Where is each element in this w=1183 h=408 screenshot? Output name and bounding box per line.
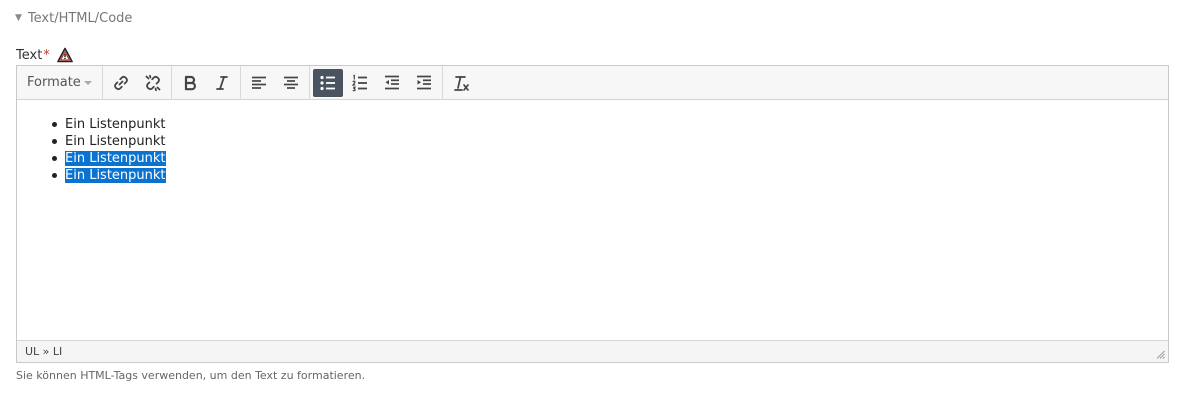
rich-text-editor: Formate Ein Listenpunkt Ein Listenpunkt … bbox=[16, 65, 1169, 363]
list-item[interactable]: Ein Listenpunkt bbox=[52, 133, 166, 150]
unlink-icon bbox=[145, 74, 161, 91]
list-item-text: Ein Listenpunkt bbox=[65, 117, 166, 132]
link-button[interactable] bbox=[106, 69, 136, 97]
list-item-text: Ein Listenpunkt bbox=[65, 168, 166, 183]
chevron-down-icon bbox=[84, 80, 92, 85]
bold-button[interactable] bbox=[175, 69, 205, 97]
help-text: Sie können HTML-Tags verwenden, um den T… bbox=[16, 369, 366, 382]
bullet-list: Ein Listenpunkt Ein Listenpunkt Ein List… bbox=[52, 116, 166, 184]
list-item[interactable]: Ein Listenpunkt bbox=[52, 116, 166, 133]
list-item-selected[interactable]: Ein Listenpunkt bbox=[52, 150, 166, 167]
numbered-list-button[interactable] bbox=[345, 69, 375, 97]
bullet-list-button[interactable] bbox=[313, 68, 343, 97]
link-icon bbox=[114, 75, 128, 90]
field-label: Text * bbox=[16, 46, 73, 64]
align-center-button[interactable] bbox=[276, 69, 306, 97]
indent-button[interactable] bbox=[409, 69, 439, 97]
italic-button[interactable] bbox=[207, 69, 237, 97]
caret-down-icon: ▼ bbox=[15, 12, 22, 23]
resize-handle-icon[interactable] bbox=[1156, 350, 1165, 359]
unlink-button[interactable] bbox=[138, 69, 168, 97]
warning-icon[interactable] bbox=[56, 47, 73, 63]
format-dropdown[interactable]: Formate bbox=[19, 69, 100, 97]
required-marker: * bbox=[43, 47, 50, 63]
list-item-text: Ein Listenpunkt bbox=[65, 151, 166, 166]
bold-icon bbox=[184, 75, 196, 90]
outdent-button[interactable] bbox=[377, 69, 407, 97]
element-path-statusbar: UL » LI bbox=[17, 340, 1168, 362]
clear-formatting-icon bbox=[454, 75, 469, 91]
editor-toolbar: Formate bbox=[17, 65, 1168, 100]
list-item-selected[interactable]: Ein Listenpunkt bbox=[52, 167, 166, 184]
indent-icon bbox=[417, 75, 431, 89]
section-toggle[interactable]: ▼ Text/HTML/Code bbox=[15, 8, 132, 28]
list-item-text: Ein Listenpunkt bbox=[65, 134, 166, 149]
align-left-button[interactable] bbox=[244, 69, 274, 97]
element-path[interactable]: UL » LI bbox=[25, 345, 62, 358]
bullet-list-icon bbox=[320, 75, 335, 90]
align-center-icon bbox=[284, 76, 298, 89]
format-dropdown-label: Formate bbox=[27, 75, 81, 90]
field-label-text: Text bbox=[16, 47, 43, 63]
numbered-list-icon bbox=[351, 74, 367, 91]
clear-formatting-button[interactable] bbox=[446, 69, 476, 97]
outdent-icon bbox=[385, 75, 399, 89]
align-left-icon bbox=[252, 76, 266, 89]
editor-content[interactable]: Ein Listenpunkt Ein Listenpunkt Ein List… bbox=[17, 100, 1168, 340]
italic-icon bbox=[216, 75, 228, 90]
section-title: Text/HTML/Code bbox=[27, 10, 133, 26]
